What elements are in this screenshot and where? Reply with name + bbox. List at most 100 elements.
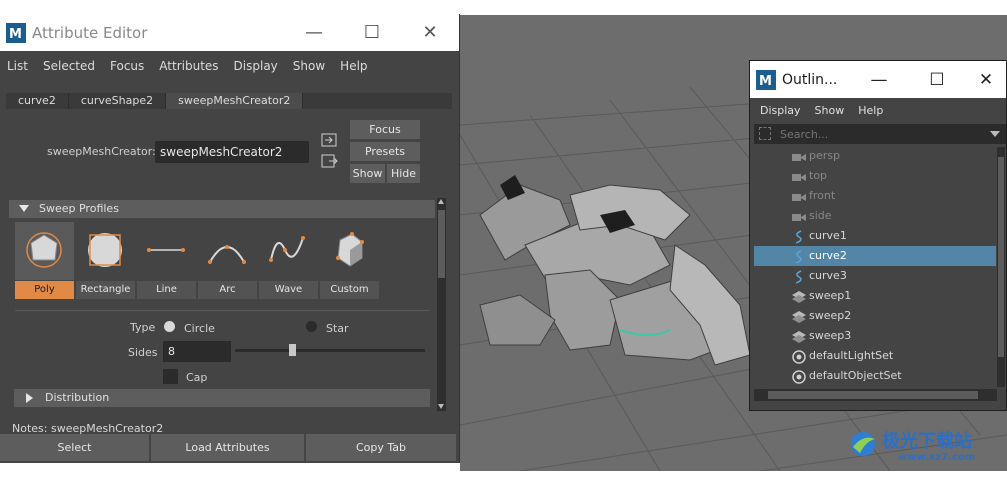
watermark-url: www.xz7.com [898, 452, 976, 463]
window-title: Outlin... [782, 71, 838, 88]
profile-label: Poly [15, 281, 74, 299]
outliner-item-curve2[interactable]: curve2 [754, 246, 996, 266]
attribute-editor-titlebar[interactable]: M Attribute Editor — ☐ ✕ [0, 14, 459, 51]
profile-label: Wave [259, 281, 318, 299]
menu-show[interactable]: Show [293, 59, 325, 73]
menu-display[interactable]: Display [760, 104, 801, 117]
search-input[interactable] [780, 126, 985, 142]
copy-tab-button[interactable]: Copy Tab [306, 434, 456, 461]
profile-poly-button[interactable]: Poly [15, 222, 74, 299]
outliner-item-defaultlightset[interactable]: defaultLightSet [754, 346, 996, 366]
outliner-menubar: Display Show Help [750, 98, 1006, 122]
outliner-item-curve3[interactable]: curve3 [754, 266, 996, 286]
camera-icon [792, 150, 806, 162]
menu-show[interactable]: Show [815, 104, 845, 117]
outliner-vertical-scrollbar[interactable] [997, 147, 1005, 387]
sides-slider-handle[interactable] [289, 344, 296, 356]
minimize-icon[interactable]: — [850, 61, 908, 98]
menu-display[interactable]: Display [234, 59, 278, 73]
outliner-item-sweep2[interactable]: sweep2 [754, 306, 996, 326]
menu-help[interactable]: Help [858, 104, 883, 117]
ae-vertical-scrollbar[interactable] [437, 198, 446, 411]
sides-slider-track[interactable] [235, 349, 425, 352]
scroll-thumb[interactable] [438, 210, 445, 278]
outliner-titlebar[interactable]: M Outlin... — ☐ ✕ [750, 61, 1006, 98]
outliner-horizontal-scrollbar[interactable] [754, 389, 997, 401]
tab-curveshape2[interactable]: curveShape2 [69, 93, 167, 109]
scroll-thumb[interactable] [768, 391, 978, 399]
profile-arc-button[interactable]: Arc [198, 222, 257, 299]
menu-help[interactable]: Help [340, 59, 367, 73]
maximize-icon[interactable]: ☐ [343, 14, 401, 51]
tab-sweepmeshcreator2[interactable]: sweepMeshCreator2 [166, 93, 304, 109]
node-name-field[interactable]: sweepMeshCreator2 [155, 141, 309, 163]
poly-icon [15, 222, 74, 280]
tab-curve2[interactable]: curve2 [6, 93, 69, 109]
focus-button[interactable]: Focus [350, 120, 420, 139]
menu-focus[interactable]: Focus [110, 59, 144, 73]
load-attributes-button[interactable]: Load Attributes [151, 434, 304, 461]
camera-icon [792, 190, 806, 202]
show-button[interactable]: Show [350, 164, 385, 183]
outliner-item-defaultobjectset[interactable]: defaultObjectSet [754, 366, 996, 386]
close-icon[interactable]: ✕ [401, 14, 459, 51]
node-tabs: curve2 curveShape2 sweepMeshCreator2 [6, 93, 452, 109]
focus-input-icon[interactable] [321, 133, 339, 147]
outliner-item-front[interactable]: front [754, 186, 996, 206]
menu-list[interactable]: List [7, 59, 28, 73]
outliner-item-curve1[interactable]: curve1 [754, 226, 996, 246]
outliner-item-label: side [809, 209, 832, 222]
outliner-item-label: sweep2 [809, 309, 852, 322]
profile-line-button[interactable]: Line [137, 222, 196, 299]
outliner-item-persp[interactable]: persp [754, 146, 996, 166]
minimize-icon[interactable]: — [285, 14, 343, 51]
hide-button[interactable]: Hide [387, 164, 420, 183]
scroll-thumb[interactable] [998, 157, 1004, 357]
focus-output-icon[interactable] [321, 154, 339, 168]
distribution-header[interactable]: Distribution [14, 389, 430, 407]
circle-radio[interactable] [164, 321, 175, 332]
scroll-up-icon[interactable] [438, 199, 444, 204]
close-icon[interactable]: ✕ [966, 61, 1006, 98]
profile-custom-button[interactable]: Custom [320, 222, 379, 299]
filter-icon[interactable] [759, 127, 771, 140]
expand-arrow-icon [26, 393, 33, 403]
profile-rectangle-button[interactable]: Rectangle [76, 222, 135, 299]
outliner-item-sweep3[interactable]: sweep3 [754, 326, 996, 346]
profile-label: Custom [320, 281, 379, 299]
watermark: 极光下载站 www.xz7.com [848, 425, 1003, 470]
sides-input[interactable]: 8 [163, 341, 231, 362]
distribution-title: Distribution [45, 391, 110, 404]
outliner-item-side[interactable]: side [754, 206, 996, 226]
select-button[interactable]: Select [0, 434, 149, 461]
maximize-icon[interactable]: ☐ [908, 61, 966, 98]
outliner-item-sweep1[interactable]: sweep1 [754, 286, 996, 306]
chevron-down-icon[interactable] [990, 131, 1000, 137]
sweep-profiles-header[interactable]: Sweep Profiles [9, 200, 435, 218]
curve-icon [792, 270, 806, 284]
outliner-item-label: top [809, 169, 828, 182]
scroll-down-icon[interactable] [438, 404, 444, 409]
mesh-icon [792, 310, 806, 323]
menu-selected[interactable]: Selected [43, 59, 95, 73]
outliner-item-label: curve2 [809, 249, 847, 262]
line-icon [137, 222, 196, 280]
camera-icon [792, 210, 806, 222]
cap-checkbox[interactable] [163, 369, 178, 384]
menu-attributes[interactable]: Attributes [159, 59, 218, 73]
presets-button[interactable]: Presets [350, 142, 420, 161]
mesh-icon [792, 330, 806, 343]
outliner-item-label: front [809, 189, 836, 202]
wave-icon [259, 222, 318, 280]
profile-label: Arc [198, 281, 257, 299]
profile-wave-button[interactable]: Wave [259, 222, 318, 299]
type-label: Type [130, 321, 156, 334]
node-type-label: sweepMeshCreator: [47, 145, 156, 158]
outliner-item-top[interactable]: top [754, 166, 996, 186]
star-radio[interactable] [306, 321, 317, 332]
maya-logo-icon: M [6, 22, 26, 43]
profile-label: Rectangle [76, 281, 135, 299]
outliner-item-label: curve1 [809, 229, 847, 242]
maya-logo-icon: M [756, 69, 776, 90]
arc-icon [198, 222, 257, 280]
